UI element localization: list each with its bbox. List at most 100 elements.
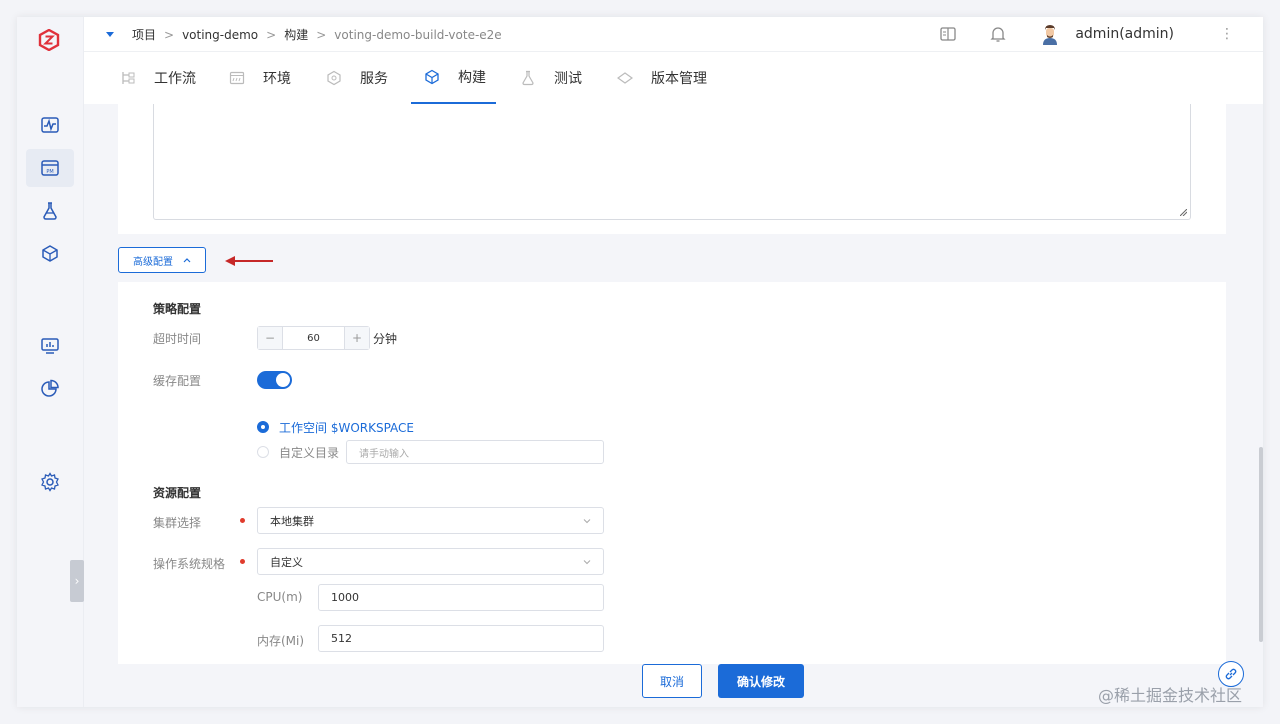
custom-dir-radio-label[interactable]: 自定义目录 — [279, 444, 339, 461]
advanced-config-card: 策略配置 超时时间 − 60 + 分钟 缓存配置 工作空间 $WORKSPACE… — [118, 282, 1226, 664]
breadcrumb-item-projects[interactable]: 项目 — [132, 26, 156, 43]
package-icon — [42, 245, 58, 262]
tab-label: 测试 — [554, 71, 582, 87]
os-spec-select[interactable]: 自定义 — [257, 548, 604, 575]
sidebar-item-projects[interactable]: PM — [26, 149, 74, 187]
gear-icon — [41, 472, 59, 492]
timeout-label: 超时时间 — [153, 332, 202, 346]
os-spec-value: 自定义 — [270, 555, 303, 569]
caret-down-icon[interactable] — [106, 32, 114, 37]
sidebar-expand-handle[interactable]: › — [70, 560, 84, 602]
workflow-icon — [122, 72, 135, 84]
tab-label: 构建 — [458, 70, 486, 86]
chevron-down-icon — [583, 519, 591, 524]
sidebar-item-delivery[interactable] — [26, 235, 74, 273]
tab-build[interactable]: 构建 — [411, 52, 496, 104]
memory-label: 内存(Mi) — [257, 634, 305, 648]
script-card — [118, 104, 1226, 234]
cache-label: 缓存配置 — [153, 374, 202, 388]
pulse-icon — [41, 117, 59, 133]
advanced-config-label: 高级配置 — [133, 256, 173, 268]
tab-test[interactable]: 测试 — [520, 52, 582, 104]
increment-button[interactable]: + — [345, 327, 369, 349]
required-marker — [240, 518, 245, 523]
custom-dir-placeholder: 请手动输入 — [359, 448, 409, 460]
script-textarea[interactable] — [153, 104, 1191, 220]
sidebar: PM › — [17, 17, 84, 707]
chevron-up-icon — [183, 258, 191, 263]
os-spec-label: 操作系统规格 — [153, 557, 226, 571]
service-icon — [327, 70, 341, 86]
dashboard-icon — [41, 338, 59, 354]
tab-label: 环境 — [263, 71, 291, 87]
cache-toggle[interactable] — [257, 371, 292, 389]
decrement-button[interactable]: − — [258, 327, 282, 349]
annotation-arrow — [225, 256, 273, 266]
tab-version[interactable]: 版本管理 — [617, 52, 707, 104]
bell-icon[interactable] — [989, 25, 1007, 43]
toggle-knob — [276, 373, 290, 387]
confirm-button[interactable]: 确认修改 — [718, 664, 804, 698]
top-bar: 项目 > voting-demo > 构建 > voting-demo-buil… — [84, 17, 1263, 52]
book-icon[interactable] — [939, 25, 957, 43]
timeout-unit: 分钟 — [373, 332, 398, 346]
top-right-actions: admin(admin) ⋮ — [939, 23, 1234, 45]
custom-dir-input[interactable]: 请手动输入 — [346, 440, 604, 464]
tab-label: 版本管理 — [651, 71, 707, 87]
breadcrumb-separator: > — [316, 27, 327, 42]
cpu-value: 1000 — [331, 591, 359, 604]
user-name[interactable]: admin(admin) — [1075, 26, 1174, 42]
sidebar-item-test[interactable] — [26, 192, 74, 230]
logo-icon[interactable] — [38, 29, 60, 51]
custom-dir-radio[interactable] — [257, 446, 269, 458]
link-icon — [1225, 668, 1237, 680]
sidebar-item-insight[interactable] — [26, 327, 74, 365]
cluster-label: 集群选择 — [153, 516, 202, 530]
tab-workflow[interactable]: 工作流 — [120, 52, 196, 104]
version-icon — [617, 72, 633, 84]
app-window: PM › 项目 > voting-demo > 构建 > voting-demo… — [17, 17, 1263, 707]
tab-service[interactable]: 服务 — [326, 52, 388, 104]
resize-handle-icon[interactable] — [1180, 209, 1187, 216]
breadcrumb-item-project[interactable]: voting-demo — [182, 28, 258, 42]
cluster-select[interactable]: 本地集群 — [257, 507, 604, 534]
tab-label: 服务 — [360, 71, 388, 87]
sidebar-item-monitor[interactable] — [26, 106, 74, 144]
workspace-radio[interactable] — [257, 421, 269, 433]
tab-label: 工作流 — [154, 71, 196, 87]
memory-value: 512 — [331, 632, 352, 645]
cpu-input[interactable]: 1000 — [318, 584, 604, 611]
scrollbar[interactable] — [1259, 447, 1263, 642]
module-tabs: 工作流 环境 服务 构建 测试 版本管理 — [84, 52, 1263, 104]
cancel-button[interactable]: 取消 — [642, 664, 702, 698]
pie-chart-icon — [41, 379, 59, 397]
sidebar-item-stats[interactable] — [26, 370, 74, 408]
build-icon — [425, 69, 439, 85]
environment-icon — [229, 71, 245, 85]
required-marker — [240, 559, 245, 564]
avatar[interactable] — [1039, 23, 1062, 45]
svg-text:PM: PM — [46, 169, 53, 175]
tab-environment[interactable]: 环境 — [229, 52, 291, 104]
memory-input[interactable]: 512 — [318, 625, 604, 652]
breadcrumb-item-build[interactable]: 构建 — [284, 26, 308, 43]
cpu-label: CPU(m) — [257, 590, 303, 604]
flask-icon — [43, 202, 57, 220]
sidebar-item-settings[interactable] — [26, 463, 74, 501]
test-icon — [522, 70, 534, 86]
breadcrumb: 项目 > voting-demo > 构建 > voting-demo-buil… — [106, 26, 502, 43]
breadcrumb-separator: > — [164, 27, 175, 42]
more-vertical-icon[interactable]: ⋮ — [1220, 26, 1234, 42]
pm-icon: PM — [41, 160, 59, 176]
resource-section-title: 资源配置 — [153, 486, 202, 500]
breadcrumb-item-current: voting-demo-build-vote-e2e — [334, 27, 502, 42]
breadcrumb-separator: > — [266, 27, 277, 42]
timeout-stepper: − 60 + — [257, 326, 370, 350]
chevron-down-icon — [583, 560, 591, 565]
watermark: @稀土掘金技术社区 — [1098, 686, 1243, 705]
workspace-radio-label[interactable]: 工作空间 $WORKSPACE — [279, 419, 414, 436]
timeout-input[interactable]: 60 — [282, 327, 345, 349]
strategy-section-title: 策略配置 — [153, 302, 202, 316]
advanced-config-button[interactable]: 高级配置 — [118, 247, 206, 273]
cluster-value: 本地集群 — [270, 514, 314, 528]
